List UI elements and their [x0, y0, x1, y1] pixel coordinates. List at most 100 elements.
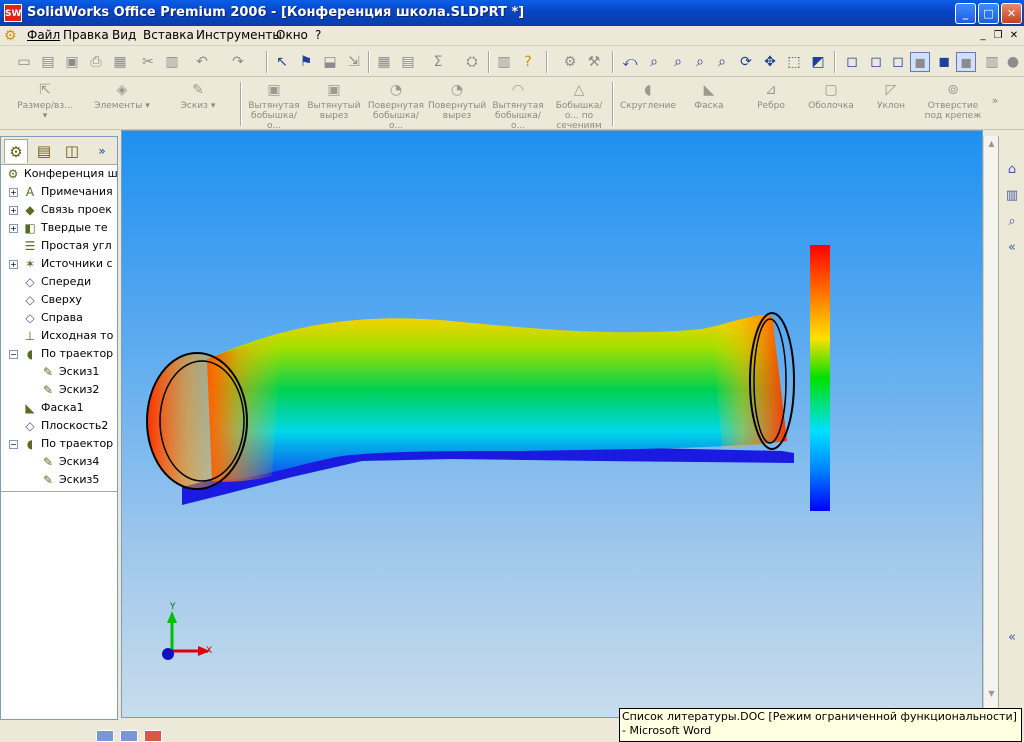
- toolbar-overflow-button[interactable]: »: [988, 81, 1002, 127]
- zoom-area-icon[interactable]: ⌕: [668, 52, 688, 72]
- smart-dimension-icon[interactable]: ⇲: [344, 52, 364, 72]
- tree-node[interactable]: ✎ Эскиз1: [27, 363, 99, 381]
- document-icon[interactable]: ⚙: [4, 27, 22, 45]
- shaded-icon[interactable]: ◼: [934, 52, 954, 72]
- tree-node[interactable]: ⊥ Исходная то: [9, 327, 114, 345]
- hidden-lines-visible-icon[interactable]: ◻: [866, 52, 886, 72]
- hole-wizard-button[interactable]: ⊚ Отверстие под крепеж: [922, 81, 984, 127]
- standard-views-icon[interactable]: ◩: [808, 52, 828, 72]
- fillet-button[interactable]: ◖ Скругление: [618, 81, 678, 127]
- vertical-scrollbar[interactable]: ▲ ▼: [983, 136, 998, 718]
- scroll-up-icon[interactable]: ▲: [984, 136, 999, 151]
- previous-view-icon[interactable]: ⤺: [620, 52, 640, 72]
- tree-expander-icon[interactable]: +: [9, 187, 18, 197]
- properties-icon[interactable]: ▥: [494, 52, 514, 72]
- graphics-area[interactable]: Y X: [121, 130, 983, 718]
- shadows-icon[interactable]: ◼: [956, 52, 976, 72]
- new-icon[interactable]: ▭: [14, 52, 34, 72]
- wireframe-icon[interactable]: ◻: [842, 52, 862, 72]
- tree-node[interactable]: ◣ Фаска1: [9, 399, 83, 417]
- tree-expander-icon[interactable]: −: [9, 349, 18, 359]
- rib-button[interactable]: ⊿ Ребро: [746, 81, 796, 127]
- extruded-boss-button[interactable]: ▣ Вытянутая бобышка/о...: [246, 81, 302, 131]
- doc-restore-button[interactable]: ❐: [991, 29, 1005, 43]
- tree-expander-icon[interactable]: −: [9, 439, 18, 449]
- select-icon[interactable]: ↖: [272, 52, 292, 72]
- expand-pane-icon[interactable]: «: [1002, 628, 1022, 648]
- tree-node[interactable]: ◇ Плоскость2: [9, 417, 108, 435]
- expand-tabs-icon[interactable]: »: [90, 139, 114, 163]
- tree-expander-icon[interactable]: +: [9, 223, 18, 233]
- doc-close-button[interactable]: ✕: [1007, 29, 1021, 43]
- taskbar-restore-icon[interactable]: [120, 730, 138, 742]
- library-icon[interactable]: ▥: [1002, 186, 1022, 206]
- redo-icon[interactable]: ↷: [228, 52, 248, 72]
- menu-edit[interactable]: Правка: [63, 28, 109, 42]
- tree-node[interactable]: + ✶ Источники с: [9, 255, 113, 273]
- draft-button[interactable]: ◸ Уклон: [866, 81, 916, 127]
- tree-expander-icon[interactable]: +: [9, 259, 18, 269]
- menu-help[interactable]: ?: [315, 28, 321, 42]
- feature-manager-tab[interactable]: ⚙: [4, 139, 28, 163]
- print-icon[interactable]: ⎙: [86, 52, 106, 72]
- revolved-boss-button[interactable]: ◔ Повернутая бобышка/о...: [366, 81, 426, 131]
- tree-node[interactable]: + ◆ Связь проек: [9, 201, 112, 219]
- pan-icon[interactable]: ✥: [760, 52, 780, 72]
- minimize-button[interactable]: _: [955, 3, 976, 24]
- property-manager-tab[interactable]: ▤: [32, 139, 56, 163]
- settings-icon[interactable]: ⚙: [560, 52, 580, 72]
- options-icon[interactable]: ▤: [398, 52, 418, 72]
- tree-node[interactable]: − ◖ По траектор: [9, 345, 113, 363]
- equations-icon[interactable]: Σ: [428, 52, 448, 72]
- tree-node[interactable]: ◇ Спереди: [9, 273, 91, 291]
- dimension-tool-button[interactable]: ⇱ Размер/вз... ▾: [14, 81, 76, 127]
- tree-node[interactable]: − ◖ По траектор: [9, 435, 113, 453]
- revolved-cut-button[interactable]: ◔ Повернутый вырез: [428, 81, 486, 127]
- taskbar-minimize-icon[interactable]: [96, 730, 114, 742]
- taskbar-close-icon[interactable]: [144, 730, 162, 742]
- tree-node[interactable]: + A Примечания: [9, 183, 113, 201]
- swept-boss-button[interactable]: ◠ Вытянутая бобышка/о...: [490, 81, 546, 131]
- tools-icon[interactable]: ⚒: [584, 52, 604, 72]
- help-icon[interactable]: ?: [518, 52, 538, 72]
- tree-node[interactable]: + ◧ Твердые те: [9, 219, 108, 237]
- configuration-manager-tab[interactable]: ◫: [60, 139, 84, 163]
- menu-view[interactable]: Вид: [112, 28, 136, 42]
- part-model[interactable]: [146, 312, 795, 505]
- paste-icon[interactable]: ▥: [162, 52, 182, 72]
- home-icon[interactable]: ⌂: [1002, 160, 1022, 180]
- search-icon[interactable]: ⌕: [1002, 212, 1022, 232]
- zoom-in-icon[interactable]: ⌕: [690, 52, 710, 72]
- menu-insert[interactable]: Вставка: [143, 28, 194, 42]
- tree-node[interactable]: ✎ Эскиз5: [27, 471, 99, 489]
- shell-button[interactable]: ▢ Оболочка: [804, 81, 858, 127]
- close-button[interactable]: ✕: [1001, 3, 1022, 24]
- tree-expander-icon[interactable]: +: [9, 205, 18, 215]
- menu-file[interactable]: Файл: [27, 28, 60, 42]
- title-bar[interactable]: SW SolidWorks Office Premium 2006 - [Кон…: [0, 0, 1024, 26]
- section-view-icon[interactable]: ▥: [982, 52, 1002, 72]
- save-icon[interactable]: ▣: [62, 52, 82, 72]
- shaded-with-edges-icon[interactable]: ◼: [910, 52, 930, 72]
- realview-icon[interactable]: ●: [1003, 52, 1023, 72]
- lofted-boss-button[interactable]: △ Бобышка/о... по сечениям: [550, 81, 608, 131]
- menu-tools[interactable]: Инструменты: [196, 28, 282, 42]
- grid-icon[interactable]: ▦: [374, 52, 394, 72]
- maximize-button[interactable]: □: [978, 3, 999, 24]
- hidden-lines-removed-icon[interactable]: ◻: [888, 52, 908, 72]
- tree-node[interactable]: ◇ Сверху: [9, 291, 82, 309]
- view-orientation-icon[interactable]: ⬚: [784, 52, 804, 72]
- menu-window[interactable]: Окно: [276, 28, 308, 42]
- collapse-pane-icon[interactable]: «: [1002, 238, 1022, 258]
- tree-node[interactable]: ☰ Простая угл: [9, 237, 112, 255]
- cut-icon[interactable]: ✂: [138, 52, 158, 72]
- tree-root[interactable]: ⚙ Конференция шк: [5, 165, 117, 183]
- tree-node[interactable]: ✎ Эскиз2: [27, 381, 99, 399]
- zoom-selection-icon[interactable]: ⌕: [712, 52, 732, 72]
- rebuild-icon[interactable]: ⛭: [462, 52, 482, 72]
- select-filter-icon[interactable]: ⚑: [296, 52, 316, 72]
- sketch-icon[interactable]: ⬓: [320, 52, 340, 72]
- features-tool-button[interactable]: ◈ Элементы ▾: [92, 81, 152, 127]
- undo-icon[interactable]: ↶: [192, 52, 212, 72]
- print-preview-icon[interactable]: ▦: [110, 52, 130, 72]
